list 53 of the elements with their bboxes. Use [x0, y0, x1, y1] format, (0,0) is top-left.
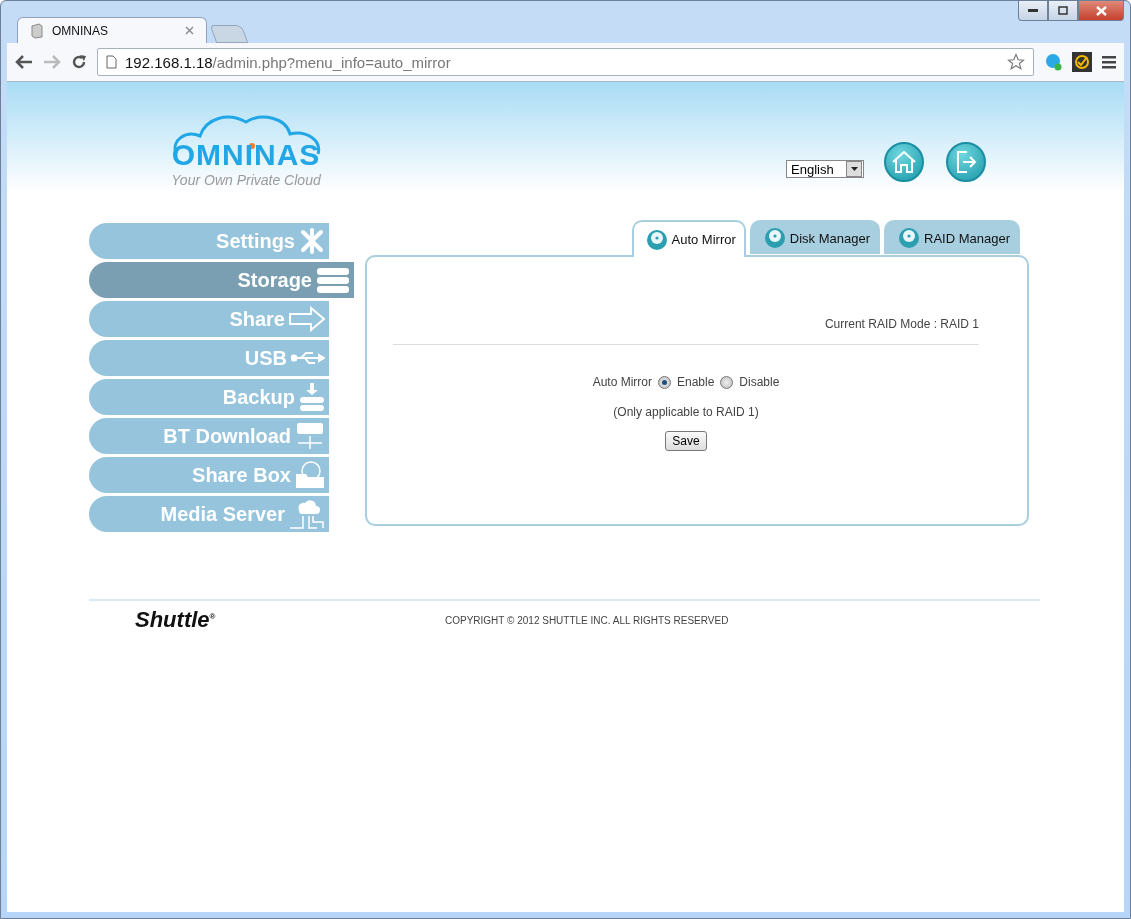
brand-logo: Shuttle$^{®}$ [135, 607, 217, 633]
copyright-text: COPYRIGHT © 2012 SHUTTLE INC. ALL RIGHTS RESERVED [445, 614, 729, 626]
minimize-button[interactable] [1018, 1, 1048, 21]
radio-option[interactable]: Disable [720, 375, 780, 389]
logout-button[interactable] [946, 142, 986, 182]
home-icon [891, 150, 917, 174]
exit-icon [955, 150, 977, 174]
raid-mode-text: Current RAID Mode : RAID 1 [824, 317, 979, 331]
close-icon[interactable] [185, 26, 194, 35]
star-icon[interactable] [1007, 53, 1025, 71]
logo-tagline: Your Own Private Cloud [171, 172, 321, 188]
maximize-icon [1058, 6, 1068, 15]
logo-name: OMNINAS [171, 138, 321, 172]
maximize-button[interactable] [1048, 1, 1078, 21]
arrow-icon [289, 306, 325, 332]
address-bar[interactable]: 192.168.1.18/admin.php?menu_info=auto_mirror [97, 48, 1034, 76]
usb-icon [291, 351, 325, 365]
server-stack-icon [316, 267, 350, 293]
disc-icon [763, 227, 786, 249]
reload-button[interactable] [71, 54, 87, 70]
tab-title: OMNINAS [52, 23, 109, 38]
note-text: (Only applicable to RAID 1) [613, 405, 759, 419]
save-button[interactable]: Save [665, 431, 707, 451]
page-icon [106, 55, 117, 69]
back-button[interactable] [15, 55, 33, 69]
disc-icon [898, 227, 920, 249]
close-button[interactable] [1078, 1, 1124, 21]
tools-icon [299, 228, 325, 254]
cloud-network-icon [289, 498, 325, 530]
download-icon [299, 383, 325, 411]
radio-option[interactable]: Enable [657, 375, 715, 389]
disc-icon [645, 228, 668, 251]
home-button[interactable] [884, 142, 924, 182]
menu-icon[interactable] [1102, 55, 1116, 69]
tab[interactable]: RAID Manager [884, 220, 1020, 254]
radio-dot-icon[interactable] [720, 375, 734, 389]
minimize-icon [1028, 8, 1038, 13]
browser-tab[interactable]: OMNINAS [17, 17, 207, 43]
reload-icon [71, 54, 87, 70]
checkmark-extension-icon[interactable] [1072, 52, 1092, 72]
close-icon [1095, 5, 1107, 16]
page-icon [30, 22, 44, 39]
radio-dot-icon[interactable] [657, 375, 671, 389]
caret-icon [850, 167, 858, 171]
back-arrow-icon [15, 55, 33, 69]
url-text: 192.168.1.18/admin.php?menu_info=auto_mirror [125, 53, 452, 71]
globe-folder-icon [295, 461, 325, 489]
forward-arrow-icon [43, 55, 61, 69]
language-select[interactable]: English [786, 160, 864, 178]
tab[interactable]: Disk Manager [749, 220, 880, 254]
field-label: Auto Mirror [592, 375, 652, 389]
tab[interactable]: Auto Mirror [631, 220, 746, 257]
bt-icon [295, 422, 325, 450]
